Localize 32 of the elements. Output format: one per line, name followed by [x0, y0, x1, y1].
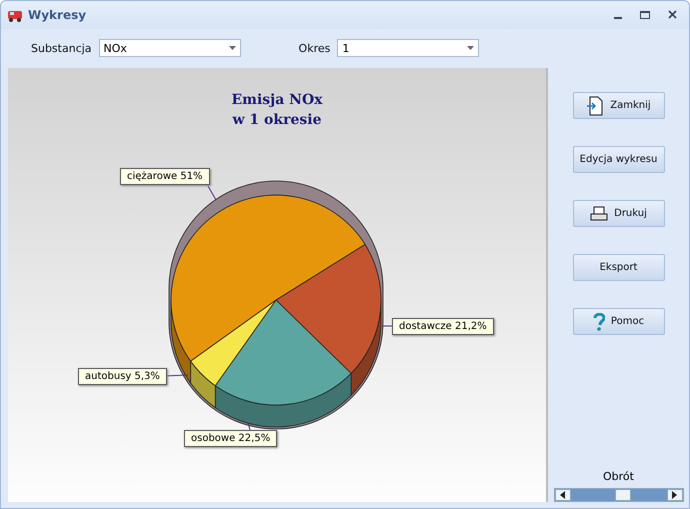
scroll-left-button[interactable] [554, 489, 570, 501]
left-arrow-icon [560, 491, 565, 499]
data-label: osobowe 22,5% [184, 430, 278, 447]
help-icon [592, 312, 605, 330]
maximize-icon [640, 10, 650, 19]
data-label: autobusy 5,3% [78, 368, 167, 385]
close-icon [668, 10, 676, 20]
action-button[interactable]: Eksport [572, 254, 664, 281]
action-button[interactable]: Drukuj [572, 200, 664, 227]
field-label: Okres [298, 42, 330, 55]
right-arrow-icon [672, 491, 677, 499]
data-label: dostawcze 21,2% [392, 318, 494, 335]
exit-icon [586, 96, 604, 116]
scroll-thumb[interactable] [615, 489, 632, 501]
slider-label: Obrót [603, 470, 634, 483]
window-title: Wykresy [28, 8, 88, 22]
caret-icon [467, 46, 474, 50]
scroll-right-button[interactable] [666, 489, 682, 501]
rotation-scrollbar[interactable] [554, 488, 684, 502]
dropdown[interactable]: 1 [337, 39, 480, 58]
chart-title: Emisja NOx w 1 okresie [230, 91, 324, 130]
action-button[interactable]: Pomoc [572, 308, 664, 335]
minimize-icon [614, 16, 622, 19]
field-label: Substancja [31, 42, 92, 55]
leader-line [208, 186, 216, 200]
printer-icon [590, 206, 608, 222]
dropdown[interactable]: NOx [98, 39, 241, 58]
action-button[interactable]: Zamknij [572, 92, 664, 119]
caret-icon [228, 46, 236, 50]
data-label: ciężarowe 51% [120, 168, 210, 185]
leader-line [248, 422, 250, 430]
action-button[interactable]: Edycja wykresu [572, 146, 664, 173]
